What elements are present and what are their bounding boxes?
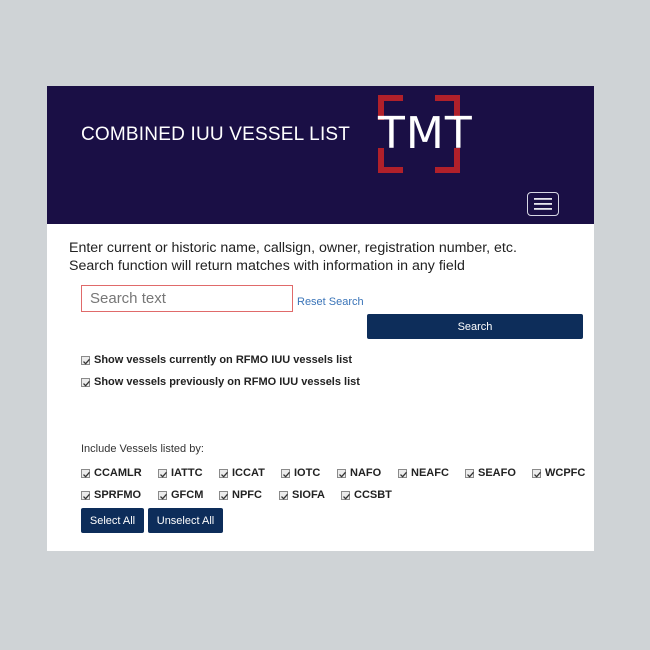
rfmo-label: IOTC: [294, 467, 321, 479]
rfmo-checkbox[interactable]: [532, 468, 541, 478]
rfmo-item-iotc[interactable]: IOTC: [281, 467, 320, 479]
checkmark-icon: [400, 471, 407, 478]
rfmo-label: SIOFA: [292, 489, 326, 501]
select-all-button[interactable]: Select All: [81, 508, 144, 533]
rfmo-item-iattc[interactable]: IATTC: [158, 467, 203, 479]
instructions-line-2: Search function will return matches with…: [69, 258, 465, 274]
checkmark-icon: [221, 471, 228, 478]
main-card: COMBINED IUU VESSEL LIST TMT Enter curre…: [47, 86, 594, 551]
rfmo-checkbox[interactable]: [219, 490, 228, 500]
rfmo-checkbox[interactable]: [281, 468, 290, 478]
rfmo-label: WCPFC: [545, 467, 586, 479]
rfmo-checkbox[interactable]: [81, 468, 90, 478]
rfmo-checkbox[interactable]: [341, 490, 350, 500]
instructions-line-1: Enter current or historic name, callsign…: [69, 240, 517, 256]
rfmo-item-wcpfc[interactable]: WCPFC: [532, 467, 585, 479]
rfmo-item-ccamlr[interactable]: CCAMLR: [81, 467, 142, 479]
search-input[interactable]: [81, 285, 293, 312]
filter-current-checkbox[interactable]: [81, 355, 90, 365]
logo-text: TMT: [378, 108, 473, 159]
checkmark-icon: [83, 471, 90, 478]
rfmo-label: GFCM: [171, 489, 204, 501]
rfmo-label: CCAMLR: [94, 467, 142, 479]
rfmo-label: CCSBT: [354, 489, 392, 501]
tmt-logo: TMT: [378, 95, 473, 173]
rfmo-label: SPRFMO: [94, 489, 142, 501]
checkmark-icon: [339, 471, 346, 478]
filter-current-row[interactable]: Show vessels currently on RFMO IUU vesse…: [81, 354, 352, 366]
checkmark-icon: [83, 380, 90, 387]
rfmo-label: NPFC: [232, 489, 262, 501]
rfmo-checkbox[interactable]: [158, 490, 167, 500]
rfmo-section-label: Include Vessels listed by:: [81, 443, 204, 455]
rfmo-label: NAFO: [350, 467, 382, 479]
checkmark-icon: [534, 471, 541, 478]
checkmark-icon: [83, 358, 90, 365]
rfmo-item-nafo[interactable]: NAFO: [337, 467, 381, 479]
menu-toggle-button[interactable]: [527, 192, 559, 216]
rfmo-item-npfc[interactable]: NPFC: [219, 489, 262, 501]
page-header: COMBINED IUU VESSEL LIST TMT: [47, 86, 594, 224]
checkmark-icon: [160, 493, 167, 500]
rfmo-label: ICCAT: [232, 467, 265, 479]
filter-previous-row[interactable]: Show vessels previously on RFMO IUU vess…: [81, 376, 360, 388]
checkmark-icon: [343, 493, 350, 500]
rfmo-checkbox[interactable]: [219, 468, 228, 478]
unselect-all-button[interactable]: Unselect All: [148, 508, 223, 533]
rfmo-label: IATTC: [171, 467, 203, 479]
page-title: COMBINED IUU VESSEL LIST: [81, 124, 351, 145]
rfmo-checkbox[interactable]: [398, 468, 407, 478]
rfmo-checkbox[interactable]: [337, 468, 346, 478]
rfmo-label: SEAFO: [478, 467, 516, 479]
rfmo-label: NEAFC: [411, 467, 449, 479]
reset-search-link[interactable]: Reset Search: [297, 296, 364, 308]
rfmo-item-siofa[interactable]: SIOFA: [279, 489, 325, 501]
checkmark-icon: [83, 493, 90, 500]
rfmo-item-seafo[interactable]: SEAFO: [465, 467, 516, 479]
rfmo-checkbox[interactable]: [465, 468, 474, 478]
rfmo-item-iccat[interactable]: ICCAT: [219, 467, 265, 479]
rfmo-checkbox[interactable]: [81, 490, 90, 500]
checkmark-icon: [467, 471, 474, 478]
filter-current-label: Show vessels currently on RFMO IUU vesse…: [94, 354, 352, 366]
filter-previous-label: Show vessels previously on RFMO IUU vess…: [94, 376, 360, 388]
filter-previous-checkbox[interactable]: [81, 377, 90, 387]
checkmark-icon: [281, 493, 288, 500]
rfmo-item-neafc[interactable]: NEAFC: [398, 467, 449, 479]
rfmo-item-ccsbt[interactable]: CCSBT: [341, 489, 392, 501]
checkmark-icon: [283, 471, 290, 478]
search-instructions: Enter current or historic name, callsign…: [69, 239, 579, 275]
rfmo-item-sprfmo[interactable]: SPRFMO: [81, 489, 141, 501]
rfmo-item-gfcm[interactable]: GFCM: [158, 489, 203, 501]
checkmark-icon: [221, 493, 228, 500]
hamburger-menu-icon: [534, 198, 552, 210]
search-button[interactable]: Search: [367, 314, 583, 339]
rfmo-checkbox[interactable]: [158, 468, 167, 478]
rfmo-checkbox[interactable]: [279, 490, 288, 500]
checkmark-icon: [160, 471, 167, 478]
